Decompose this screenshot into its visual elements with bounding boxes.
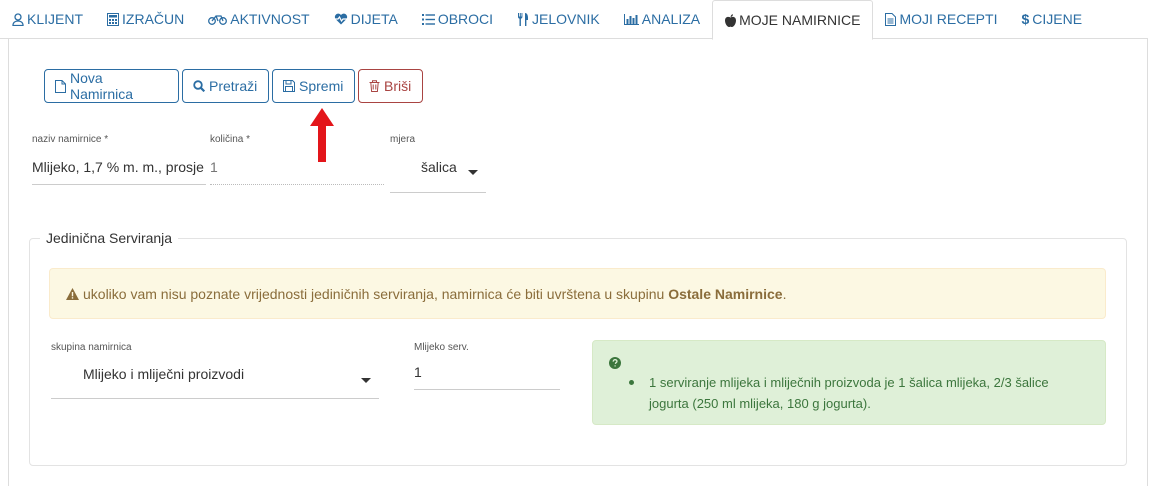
chevron-down-icon (468, 170, 478, 175)
bar-chart-icon (623, 13, 639, 25)
tab-label: CIJENE (1032, 11, 1083, 27)
new-food-label: Nova Namirnica (70, 70, 134, 102)
tab-label: MOJI RECEPTI (899, 11, 998, 27)
search-label: Pretraži (209, 78, 258, 94)
warning-end: . (782, 285, 787, 302)
tab-moje-namirnice[interactable]: MOJE NAMIRNICE (712, 0, 874, 40)
tab-klijent[interactable]: KLIJENT (0, 0, 95, 38)
chevron-down-icon (361, 378, 371, 383)
tab-aktivnost[interactable]: AKTIVNOST (196, 0, 321, 38)
quantity-label: količina * (210, 134, 251, 145)
unit-select[interactable]: šalica (390, 157, 486, 193)
tab-label: KLIJENT (27, 11, 84, 27)
warning-bold: Ostale Namirnice (668, 285, 783, 302)
food-group-label: skupina namirnica (51, 342, 132, 353)
serving-info-alert: 1 serviranje mlijeka i mliječnih proizvo… (592, 340, 1106, 425)
dollar-icon: $ (1021, 11, 1030, 27)
tab-label: DIJETA (350, 11, 398, 27)
floppy-disk-icon (283, 80, 295, 92)
heartbeat-icon (334, 13, 348, 25)
question-circle-icon (609, 357, 621, 372)
tab-dijeta[interactable]: DIJETA (322, 0, 410, 38)
tab-label: ANALIZA (641, 11, 701, 27)
tab-label: JELOVNIK (532, 11, 600, 27)
new-food-button[interactable]: Nova Namirnica (44, 69, 179, 103)
tab-obroci[interactable]: OBROCI (410, 0, 505, 38)
search-button[interactable]: Pretraži (182, 69, 269, 103)
food-name-label: naziv namirnice * (32, 134, 109, 145)
trash-icon (369, 80, 380, 92)
tab-label: IZRAČUN (122, 11, 185, 27)
tab-cijene[interactable]: $ CIJENE (1009, 0, 1094, 38)
file-icon (55, 79, 66, 93)
toolbar: Nova Namirnica Pretraži Spremi Briši (44, 69, 423, 103)
quantity-field[interactable] (210, 159, 384, 185)
milk-serving-input[interactable] (414, 364, 560, 380)
food-group-select[interactable]: Mlijeko i mliječni proizvodi (51, 360, 379, 399)
tab-label: OBROCI (437, 11, 494, 27)
list-icon (421, 13, 435, 25)
main-tabs: KLIJENT IZRAČUN AKTIVNOST DIJETA OBROCI … (0, 0, 1148, 40)
warning-text: ukoliko vam nisu poznate vrijednosti jed… (83, 285, 665, 302)
food-group-value: Mlijeko i mliječni proizvodi (83, 366, 245, 382)
warning-icon (66, 287, 79, 300)
tab-moji-recepti[interactable]: MOJI RECEPTI (873, 0, 1009, 38)
delete-button[interactable]: Briši (358, 69, 423, 103)
tab-jelovnik[interactable]: JELOVNIK (505, 0, 612, 38)
cutlery-icon (517, 12, 529, 26)
apple-icon (725, 13, 737, 27)
unit-label: mjera (390, 134, 416, 145)
unit-select-value: šalica (421, 159, 457, 175)
delete-label: Briši (384, 78, 412, 94)
food-name-input[interactable] (32, 159, 206, 175)
tab-label: AKTIVNOST (230, 11, 310, 27)
tab-izracun[interactable]: IZRAČUN (95, 0, 196, 38)
milk-serving-label: Mlijeko serv. (414, 342, 469, 353)
file-text-icon (885, 12, 897, 26)
food-name-field[interactable] (32, 159, 206, 185)
quantity-input[interactable] (210, 159, 384, 175)
milk-serving-field[interactable] (414, 364, 560, 390)
user-icon (12, 12, 24, 26)
warning-alert: ukoliko vam nisu poznate vrijednosti jed… (49, 268, 1106, 319)
save-label: Spremi (299, 78, 344, 94)
tab-label: MOJE NAMIRNICE (739, 12, 861, 28)
list-item: 1 serviranje mlijeka i mliječnih proizvo… (629, 372, 1089, 414)
serving-info-list: 1 serviranje mlijeka i mliječnih proizvo… (629, 372, 1089, 414)
annotation-arrow-icon (310, 108, 334, 162)
serving-legend: Jedinična Serviranja (40, 230, 179, 246)
calculator-icon (107, 12, 120, 26)
save-button[interactable]: Spremi (272, 69, 355, 103)
search-icon (193, 80, 205, 92)
tab-analiza[interactable]: ANALIZA (612, 0, 712, 38)
bicycle-icon (208, 13, 228, 25)
